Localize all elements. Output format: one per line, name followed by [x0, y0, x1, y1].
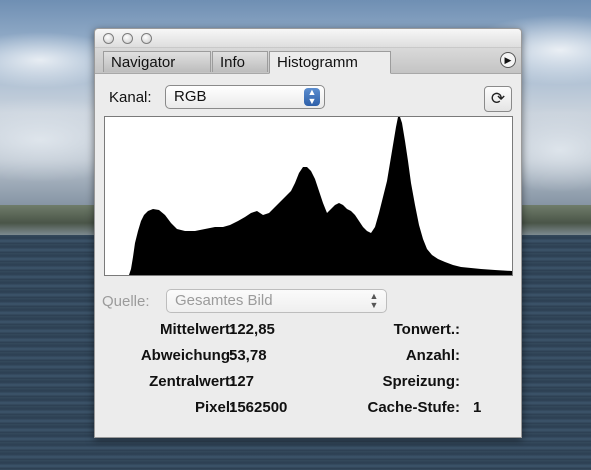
stat-mittelwert-label: Mittelwert:: [160, 321, 235, 338]
histogram-shape: [105, 117, 512, 275]
stat-zentralwert-value: 127: [229, 373, 255, 390]
quelle-select: Gesamtes Bild ▲ ▼: [166, 289, 387, 313]
stat-spreizung-label: Spreizung:: [382, 373, 461, 390]
histogram-palette: Navigator Info Histogramm ▶ Kanal: RGB ▲…: [94, 28, 522, 438]
tab-bar: Navigator Info Histogramm ▶: [95, 48, 521, 74]
stat-cache-stufe-value: 1: [473, 399, 482, 416]
tab-info[interactable]: Info: [212, 51, 268, 72]
tab-navigator[interactable]: Navigator: [103, 51, 211, 72]
stat-mittelwert-value: 122,85: [229, 321, 275, 338]
tab-histogramm-label: Histogramm: [277, 54, 358, 71]
stat-abweichung-value: 53,78: [229, 347, 267, 364]
histogram-svg: [105, 117, 512, 275]
stat-abweichung-label: Abweichung:: [140, 347, 235, 364]
histogram-graph: [104, 116, 513, 276]
up-down-arrows-icon: ▲ ▼: [369, 291, 379, 310]
kanal-label: Kanal:: [109, 89, 152, 106]
minimize-button-icon[interactable]: [122, 33, 133, 44]
close-button-icon[interactable]: [103, 33, 114, 44]
zoom-button-icon[interactable]: [141, 33, 152, 44]
palette-titlebar[interactable]: [95, 29, 521, 48]
tab-info-label: Info: [220, 54, 246, 71]
kanal-select[interactable]: RGB ▲ ▼: [165, 85, 325, 109]
up-down-arrows-icon: ▲ ▼: [304, 88, 320, 106]
stat-tonwert-label: Tonwert.:: [393, 321, 460, 338]
stat-cache-stufe-label: Cache-Stufe:: [367, 399, 460, 416]
kanal-select-value: RGB: [174, 88, 207, 105]
refresh-icon[interactable]: ⟳: [484, 86, 512, 112]
stat-anzahl-label: Anzahl:: [405, 347, 460, 364]
quelle-select-value: Gesamtes Bild: [175, 292, 273, 309]
panel-menu-icon[interactable]: ▶: [500, 52, 516, 68]
stat-zentralwert-label: Zentralwert:: [149, 373, 235, 390]
tab-histogramm[interactable]: Histogramm: [269, 51, 391, 74]
tab-navigator-label: Navigator: [111, 54, 176, 71]
quelle-label: Quelle:: [102, 293, 150, 310]
stat-pixel-value: 1562500: [229, 399, 288, 416]
